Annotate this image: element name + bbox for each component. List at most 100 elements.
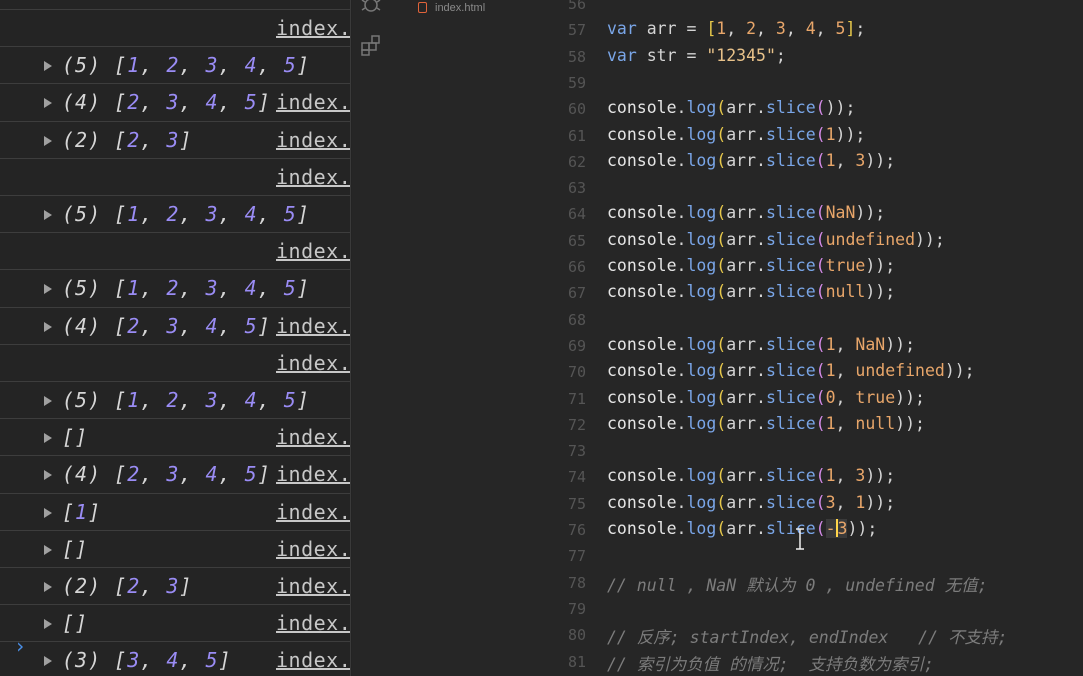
source-link[interactable]: index.: [276, 16, 350, 40]
expand-triangle-icon[interactable]: [44, 433, 52, 444]
code-line[interactable]: 72 console.log(arr.slice(1, null));: [352, 412, 1083, 438]
console-array-value: (5) [1, 2, 3, 4, 5]: [62, 202, 310, 226]
source-link[interactable]: index.: [276, 351, 350, 375]
expand-triangle-icon[interactable]: [44, 619, 52, 630]
line-number: 76: [567, 521, 586, 539]
code-line[interactable]: 62 console.log(arr.slice(1, 3));: [352, 149, 1083, 175]
code-line[interactable]: 80 // 反序; startIndex, endIndex // 不支持;: [352, 622, 1083, 648]
code-line[interactable]: 65 console.log(arr.slice(undefined));: [352, 228, 1083, 254]
source-link[interactable]: index.: [276, 314, 350, 338]
console-row[interactable]: (4) [2, 3, 4, 5] index.: [0, 83, 350, 120]
console-row[interactable]: (5) [1, 2, 3, 4, 5]: [0, 195, 350, 232]
source-link[interactable]: index.: [276, 90, 350, 114]
console-prompt-icon[interactable]: ›: [14, 634, 26, 658]
source-link[interactable]: index.: [276, 165, 350, 189]
code-line[interactable]: 71 console.log(arr.slice(0, true));: [352, 386, 1083, 412]
code-line[interactable]: 66 console.log(arr.slice(true));: [352, 254, 1083, 280]
console-row[interactable]: (2) [2, 3] index.: [0, 567, 350, 604]
code-line[interactable]: 81 // 索引为负值 的情况; 支持负数为索引;: [352, 649, 1083, 675]
source-link[interactable]: index.: [276, 611, 350, 635]
code-line[interactable]: 59: [352, 70, 1083, 96]
code-line[interactable]: 67 console.log(arr.slice(null));: [352, 280, 1083, 306]
console-row[interactable]: (5) [1, 2, 3, 4, 5]: [0, 381, 350, 418]
line-number: 59: [567, 73, 586, 92]
code-line[interactable]: 69 console.log(arr.slice(1, NaN));: [352, 333, 1083, 359]
code-text: // 索引为负值 的情况; 支持负数为索引;: [607, 654, 934, 674]
code-line[interactable]: 70 console.log(arr.slice(1, undefined));: [352, 359, 1083, 385]
line-number: 66: [567, 258, 586, 276]
console-row[interactable]: [] index.: [0, 418, 350, 455]
console-row[interactable]: (5) [1, 2, 3, 4, 5]: [0, 46, 350, 83]
console-row[interactable]: (2) [2, 3] index.: [0, 120, 350, 158]
console-array-value: []: [62, 536, 89, 561]
console-row[interactable]: (4) [2, 3, 4, 5] index.: [0, 306, 350, 344]
line-number: 65: [567, 231, 586, 250]
line-number: 69: [567, 336, 586, 355]
expand-triangle-icon[interactable]: [44, 396, 52, 406]
expand-triangle-icon[interactable]: [44, 210, 52, 220]
source-link[interactable]: index.: [276, 462, 350, 486]
code-line[interactable]: 56: [352, 0, 1083, 17]
code-line[interactable]: 79: [352, 596, 1083, 622]
console-row[interactable]: [1] index.: [0, 492, 350, 530]
code-line[interactable]: 58 var str = "12345";: [352, 44, 1083, 70]
source-link[interactable]: index.: [276, 574, 350, 598]
expand-triangle-icon[interactable]: [44, 656, 52, 667]
code-text: console.log(arr.slice(NaN));: [607, 203, 886, 223]
console-row[interactable]: [] index.: [0, 604, 350, 641]
expand-triangle-icon[interactable]: [44, 284, 52, 295]
console-row[interactable]: (3) [3, 4, 5] index.: [0, 641, 350, 676]
expand-triangle-icon[interactable]: [44, 321, 52, 332]
expand-triangle-icon[interactable]: [44, 582, 52, 592]
code-line[interactable]: 68: [352, 307, 1083, 333]
code-text: console.log(arr.slice(true));: [607, 256, 896, 275]
line-number: 81: [567, 652, 586, 671]
line-number: 75: [567, 494, 586, 513]
source-link[interactable]: index.: [276, 239, 350, 263]
console-row[interactable]: [] index.: [0, 529, 350, 567]
line-number: 64: [567, 205, 586, 224]
source-link[interactable]: index.: [276, 425, 350, 449]
code-text: console.log(arr.slice(1, NaN));: [607, 334, 916, 354]
expand-triangle-icon[interactable]: [44, 507, 52, 518]
devtools-console: index. (5) [1, 2, 3, 4, 5] (4) [2, 3, 4, 5…: [0, 0, 351, 676]
code-area[interactable]: 56 57 var arr = [1, 2, 3, 4, 5]; 58 var str …: [352, 0, 1083, 676]
code-line[interactable]: 63: [352, 175, 1083, 201]
code-line[interactable]: 74 console.log(arr.slice(1, 3));: [352, 464, 1083, 490]
source-link[interactable]: index.: [276, 128, 350, 152]
expand-triangle-icon[interactable]: [44, 61, 52, 72]
expand-triangle-icon[interactable]: [44, 470, 52, 481]
line-number: 58: [567, 47, 586, 66]
console-array-value: (5) [1, 2, 3, 4, 5]: [62, 276, 310, 301]
source-link[interactable]: index.: [276, 648, 350, 672]
code-text: // null , NaN 默认为 0 , undefined 无值;: [607, 575, 988, 595]
code-text: console.log(arr.slice(1, 3));: [607, 150, 896, 170]
code-line[interactable]: 77: [352, 543, 1083, 569]
code-line[interactable]: 57 var arr = [1, 2, 3, 4, 5];: [352, 17, 1083, 43]
code-line[interactable]: 60 console.log(arr.slice());: [352, 96, 1083, 122]
console-array-value: (4) [2, 3, 4, 5]: [62, 90, 271, 115]
line-number: 68: [567, 310, 586, 329]
code-line[interactable]: 61 console.log(arr.slice(1));: [352, 123, 1083, 149]
code-line[interactable]: 75 console.log(arr.slice(3, 1));: [352, 491, 1083, 517]
source-link[interactable]: index.: [276, 500, 350, 524]
console-row[interactable]: (5) [1, 2, 3, 4, 5]: [0, 269, 350, 306]
expand-triangle-icon[interactable]: [44, 544, 52, 555]
line-number: 63: [567, 179, 586, 198]
line-number: 71: [567, 389, 586, 408]
console-row: index.: [0, 343, 350, 381]
line-number: 78: [567, 573, 586, 592]
line-number: 56: [567, 0, 586, 13]
code-line[interactable]: 73: [352, 438, 1083, 464]
code-line[interactable]: 78 // null , NaN 默认为 0 , undefined 无值;: [352, 570, 1083, 596]
source-link[interactable]: index.: [276, 537, 350, 561]
console-row[interactable]: (4) [2, 3, 4, 5] index.: [0, 455, 350, 492]
console-array-value: (2) [2, 3]: [62, 574, 193, 598]
expand-triangle-icon[interactable]: [44, 135, 52, 146]
expand-triangle-icon[interactable]: [44, 98, 52, 109]
code-line[interactable]: 64 console.log(arr.slice(NaN));: [352, 201, 1083, 227]
line-number: 77: [567, 547, 586, 566]
code-text: console.log(arr.slice());: [607, 98, 856, 118]
code-text: console.log(arr.slice(3, 1));: [607, 492, 896, 512]
code-line[interactable]: 76 console.log(arr.slice(- 3));: [352, 517, 1083, 543]
